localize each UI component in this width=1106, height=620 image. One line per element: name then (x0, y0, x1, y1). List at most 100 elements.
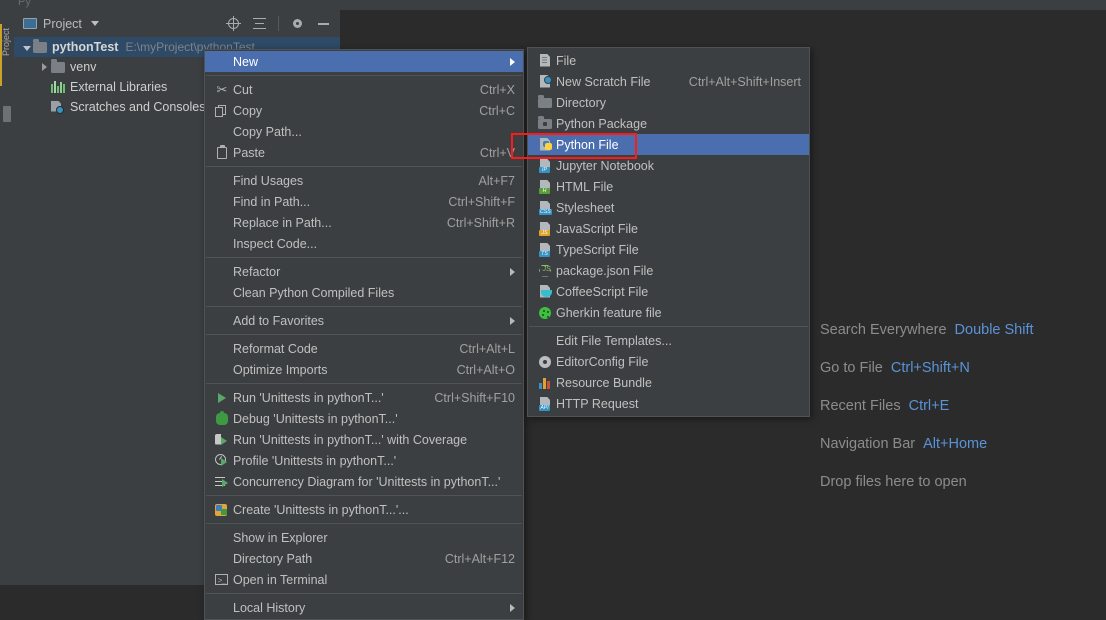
submenu-item-python-package[interactable]: Python Package (528, 113, 809, 134)
menu-item-local-history[interactable]: Local History (205, 597, 523, 618)
menu-item-find-in-path[interactable]: Find in Path... Ctrl+Shift+F (205, 191, 523, 212)
minimize-icon[interactable] (316, 16, 331, 31)
stripe-button-project[interactable]: Project (1, 28, 11, 56)
packagejson-icon: JS (534, 264, 556, 278)
menu-item-reformat-code[interactable]: Reformat Code Ctrl+Alt+L (205, 338, 523, 359)
menu-item-label: Python File (556, 137, 619, 152)
submenu-item-stylesheet[interactable]: CSS Stylesheet (528, 197, 809, 218)
coverage-icon (211, 433, 233, 447)
menu-separator (206, 334, 522, 335)
menu-item-shortcut: Ctrl+Alt+O (456, 362, 515, 377)
menu-item-copy-path[interactable]: Copy Path... (205, 121, 523, 142)
menu-item-clean-python-compiled-files[interactable]: Clean Python Compiled Files (205, 282, 523, 303)
submenu-item-new-scratch-file[interactable]: New Scratch File Ctrl+Alt+Shift+Insert (528, 71, 809, 92)
menu-item-label: Inspect Code... (233, 236, 318, 251)
submenu-item-gherkin-feature-file[interactable]: Gherkin feature file (528, 302, 809, 323)
submenu-item-javascript-file[interactable]: JS JavaScript File (528, 218, 809, 239)
python-file-icon (534, 137, 556, 152)
submenu-item-file[interactable]: File (528, 50, 809, 71)
collapse-all-icon[interactable] (252, 16, 267, 31)
menu-item-label: Concurrency Diagram for 'Unittests in py… (233, 474, 501, 489)
empty-editor-hints: Search Everywhere Double Shift Go to Fil… (820, 322, 1106, 512)
menu-item-optimize-imports[interactable]: Optimize Imports Ctrl+Alt+O (205, 359, 523, 380)
debug-icon (211, 410, 233, 425)
js-icon: JS (534, 221, 556, 236)
submenu-item-editorconfig-file[interactable]: EditorConfig File (528, 351, 809, 372)
scratches-icon (51, 100, 65, 114)
menu-item-shortcut: Ctrl+Alt+F12 (444, 551, 515, 566)
menu-item-find-usages[interactable]: Find Usages Alt+F7 (205, 170, 523, 191)
new-submenu: File New Scratch File Ctrl+Alt+Shift+Ins… (527, 47, 810, 417)
file-icon (534, 53, 556, 68)
menu-item-label: Cut (233, 82, 253, 97)
menu-item-label: New Scratch File (556, 74, 651, 89)
menu-item-label: Add to Favorites (233, 313, 325, 328)
hint-label: Navigation Bar (820, 436, 916, 452)
menu-item-run-with-coverage[interactable]: Run 'Unittests in pythonT...' with Cover… (205, 429, 523, 450)
menu-item-create-unittests-config[interactable]: Create 'Unittests in pythonT...'... (205, 499, 523, 520)
menu-item-cut[interactable]: ✂ Cut Ctrl+X (205, 79, 523, 100)
gear-icon[interactable] (290, 16, 305, 31)
scratch-file-icon (534, 74, 556, 89)
menu-item-inspect-code[interactable]: Inspect Code... (205, 233, 523, 254)
expand-arrow-icon[interactable] (20, 40, 33, 54)
menu-item-shortcut: Alt+F7 (478, 173, 515, 188)
menu-item-label: Clean Python Compiled Files (233, 285, 395, 300)
menu-item-label: Gherkin feature file (556, 305, 662, 320)
menu-item-label: Copy (233, 103, 263, 118)
expand-arrow-icon[interactable] (38, 60, 51, 74)
python-package-icon (534, 116, 556, 131)
create-config-icon (211, 503, 233, 517)
submenu-item-jupyter-notebook[interactable]: IP Jupyter Notebook (528, 155, 809, 176)
hint-label: Go to File (820, 360, 883, 376)
menu-item-shortcut: Ctrl+V (479, 145, 515, 160)
menu-item-show-in-explorer[interactable]: Show in Explorer (205, 527, 523, 548)
submenu-item-edit-file-templates[interactable]: Edit File Templates... (528, 330, 809, 351)
menu-item-refactor[interactable]: Refactor (205, 261, 523, 282)
jupyter-icon: IP (534, 158, 556, 173)
menu-item-add-to-favorites[interactable]: Add to Favorites (205, 310, 523, 331)
menu-item-concurrency-diagram[interactable]: Concurrency Diagram for 'Unittests in py… (205, 471, 523, 492)
menu-item-shortcut: Ctrl+X (479, 82, 515, 97)
menu-separator (206, 306, 522, 307)
menu-item-debug-unittests[interactable]: Debug 'Unittests in pythonT...' (205, 408, 523, 429)
menu-item-label: Run 'Unittests in pythonT...' with Cover… (233, 432, 468, 447)
menu-item-replace-in-path[interactable]: Replace in Path... Ctrl+Shift+R (205, 212, 523, 233)
toolbar-divider (278, 16, 279, 31)
submenu-item-html-file[interactable]: H HTML File (528, 176, 809, 197)
menu-item-copy[interactable]: Copy Ctrl+C (205, 100, 523, 121)
submenu-arrow-icon (510, 316, 515, 325)
tool-window-stripe-left[interactable]: Project (0, 10, 15, 585)
menu-item-label: Optimize Imports (233, 362, 328, 377)
menu-item-profile-unittests[interactable]: Profile 'Unittests in pythonT...' (205, 450, 523, 471)
menu-item-label: Reformat Code (233, 341, 318, 356)
menu-item-run-unittests[interactable]: Run 'Unittests in pythonT...' Ctrl+Shift… (205, 387, 523, 408)
scrollbar-thumb[interactable] (3, 106, 11, 122)
project-title[interactable]: Project (14, 17, 99, 31)
menu-item-label: Refactor (233, 264, 281, 279)
menu-separator (529, 326, 808, 327)
project-title-label: Project (43, 16, 82, 31)
ts-icon: TS (534, 242, 556, 257)
concurrency-icon (211, 475, 233, 489)
menu-item-label: Jupyter Notebook (556, 158, 654, 173)
chevron-down-icon[interactable] (90, 21, 99, 26)
submenu-item-coffeescript-file[interactable]: CoffeeScript File (528, 281, 809, 302)
submenu-item-python-file[interactable]: Python File (528, 134, 809, 155)
menu-item-new[interactable]: New (205, 51, 523, 72)
submenu-item-typescript-file[interactable]: TS TypeScript File (528, 239, 809, 260)
hint-drop-files: Drop files here to open (820, 474, 1106, 512)
menu-item-label: Find Usages (233, 173, 304, 188)
menu-item-open-in-terminal[interactable]: >_ Open in Terminal (205, 569, 523, 590)
submenu-item-resource-bundle[interactable]: Resource Bundle (528, 372, 809, 393)
submenu-item-http-request[interactable]: API HTTP Request (528, 393, 809, 414)
locate-icon[interactable] (226, 16, 241, 31)
menu-item-label: HTML File (556, 179, 614, 194)
submenu-item-directory[interactable]: Directory (528, 92, 809, 113)
submenu-item-packagejson-file[interactable]: JS package.json File (528, 260, 809, 281)
menu-item-label: Profile 'Unittests in pythonT...' (233, 453, 397, 468)
menu-item-label: Create 'Unittests in pythonT...'... (233, 502, 409, 517)
menu-item-paste[interactable]: Paste Ctrl+V (205, 142, 523, 163)
menu-item-directory-path[interactable]: Directory Path Ctrl+Alt+F12 (205, 548, 523, 569)
menu-item-shortcut: Ctrl+Alt+L (459, 341, 515, 356)
